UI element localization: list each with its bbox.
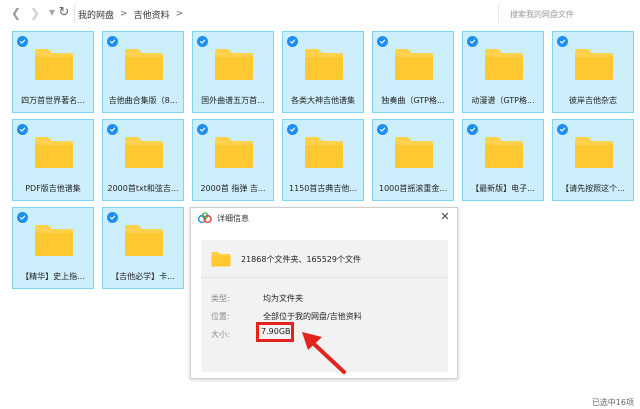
folder-tile-4[interactable]: 各类大神吉他谱集 — [282, 31, 364, 113]
location-value: 全部位于我的网盘/吉他资料 — [263, 312, 362, 321]
highlight-box — [256, 322, 294, 342]
refresh-button[interactable]: ↻ — [56, 5, 72, 21]
folder-label: 各类大神吉他谱集 — [291, 96, 355, 105]
check-icon[interactable] — [197, 124, 208, 135]
folder-label: 1000首摇滚重金... — [379, 184, 447, 193]
folder-label: 国外曲谱五万首... — [201, 96, 265, 105]
folder-tile-11[interactable]: 1150首古典吉他... — [282, 119, 364, 201]
folder-label: 1150首古典吉他... — [289, 184, 357, 193]
type-label: 类型: — [211, 294, 230, 303]
folder-label: 2000首 指弹 吉... — [200, 184, 266, 193]
folder-label: 动漫谱（GTP格... — [471, 96, 535, 105]
folder-label: 独奏曲（GTP格... — [381, 96, 445, 105]
folder-icon — [35, 49, 73, 80]
toolbar-divider — [74, 5, 75, 23]
dialog-title: 详细信息 — [217, 214, 249, 223]
check-icon[interactable] — [107, 212, 118, 223]
folder-tile-5[interactable]: 独奏曲（GTP格... — [372, 31, 454, 113]
check-icon[interactable] — [287, 124, 298, 135]
breadcrumb: 我的网盘 > 吉他资料 > — [78, 6, 183, 22]
folder-icon — [485, 49, 523, 80]
check-icon[interactable] — [197, 36, 208, 47]
dialog-titlebar[interactable]: 详细信息 ✕ — [191, 208, 457, 228]
refresh-icon: ↻ — [58, 5, 70, 20]
search-input[interactable] — [510, 7, 630, 21]
folder-icon — [305, 49, 343, 80]
folder-tile-9[interactable]: 2000首txt和弦吉... — [102, 119, 184, 201]
folder-label: 四万首世界著名... — [21, 96, 85, 105]
forward-button[interactable]: ❯ — [27, 5, 43, 21]
chevron-down-icon: ▼ — [48, 8, 56, 17]
back-button[interactable]: ❮ — [8, 5, 24, 21]
folder-tile-10[interactable]: 2000首 指弹 吉... — [192, 119, 274, 201]
folder-icon — [125, 137, 163, 168]
folder-tile-16[interactable]: 【吉他必学】卡... — [102, 207, 184, 289]
item-count: 21868个文件夹、165529个文件 — [241, 255, 361, 264]
folder-icon — [215, 137, 253, 168]
folder-icon — [395, 49, 433, 80]
folder-icon — [485, 137, 523, 168]
location-label: 位置: — [211, 312, 230, 321]
folder-label: 彼岸吉他杂志 — [569, 96, 617, 105]
toolbar: ❮ ❯ ▼ ↻ 我的网盘 > 吉他资料 > — [0, 0, 640, 28]
size-label: 大小: — [211, 330, 230, 339]
chevron-right-icon: ❯ — [29, 6, 41, 20]
search-box — [498, 5, 636, 23]
check-icon[interactable] — [557, 36, 568, 47]
folder-label: 【请先按照这个... — [561, 184, 625, 193]
chevron-left-icon: ❮ — [10, 6, 22, 20]
folder-label: 【精华】史上指... — [21, 272, 85, 281]
chevron-right-icon: > — [175, 9, 184, 19]
selection-status: 已选中16项 — [591, 398, 634, 407]
check-icon[interactable] — [17, 36, 28, 47]
check-icon[interactable] — [557, 124, 568, 135]
status-bar: 已选中16项 — [0, 395, 640, 409]
chevron-right-icon: > — [120, 9, 128, 19]
check-icon[interactable] — [287, 36, 298, 47]
folder-label: 吉他曲合集版（8... — [108, 96, 178, 105]
type-value: 均为文件夹 — [263, 294, 303, 303]
close-icon[interactable]: ✕ — [439, 211, 451, 223]
folder-tile-2[interactable]: 吉他曲合集版（8... — [102, 31, 184, 113]
folder-label: PDF版吉他谱集 — [25, 184, 81, 193]
folder-icon — [35, 225, 73, 256]
check-icon[interactable] — [467, 36, 478, 47]
folder-icon — [125, 49, 163, 80]
check-icon[interactable] — [17, 212, 28, 223]
folder-icon — [395, 137, 433, 168]
check-icon[interactable] — [107, 36, 118, 47]
folder-label: 2000首txt和弦吉... — [107, 184, 179, 193]
check-icon[interactable] — [377, 36, 388, 47]
folder-icon — [211, 252, 231, 267]
check-icon[interactable] — [17, 124, 28, 135]
details-summary: 21868个文件夹、165529个文件 — [201, 240, 448, 278]
folder-tile-15[interactable]: 【精华】史上指... — [12, 207, 94, 289]
red-arrow-annotation — [302, 332, 346, 374]
folder-icon — [575, 137, 613, 168]
breadcrumb-item-current[interactable]: 吉他资料 — [134, 8, 170, 21]
check-icon[interactable] — [107, 124, 118, 135]
folder-icon — [125, 225, 163, 256]
breadcrumb-item-root[interactable]: 我的网盘 — [78, 8, 114, 21]
folder-label: 【最新版】电子... — [471, 184, 535, 193]
folder-icon — [575, 49, 613, 80]
folder-tile-12[interactable]: 1000首摇滚重金... — [372, 119, 454, 201]
folder-tile-3[interactable]: 国外曲谱五万首... — [192, 31, 274, 113]
folder-icon — [35, 137, 73, 168]
check-icon[interactable] — [467, 124, 478, 135]
folder-tile-13[interactable]: 【最新版】电子... — [462, 119, 544, 201]
folder-tile-6[interactable]: 动漫谱（GTP格... — [462, 31, 544, 113]
folder-tile-1[interactable]: 四万首世界著名... — [12, 31, 94, 113]
folder-icon — [305, 137, 343, 168]
folder-tile-8[interactable]: PDF版吉他谱集 — [12, 119, 94, 201]
check-icon[interactable] — [377, 124, 388, 135]
folder-tile-14[interactable]: 【请先按照这个... — [552, 119, 634, 201]
folder-icon — [215, 49, 253, 80]
folder-label: 【吉他必学】卡... — [111, 272, 175, 281]
cloud-logo-icon — [198, 212, 212, 224]
folder-tile-7[interactable]: 彼岸吉他杂志 — [552, 31, 634, 113]
